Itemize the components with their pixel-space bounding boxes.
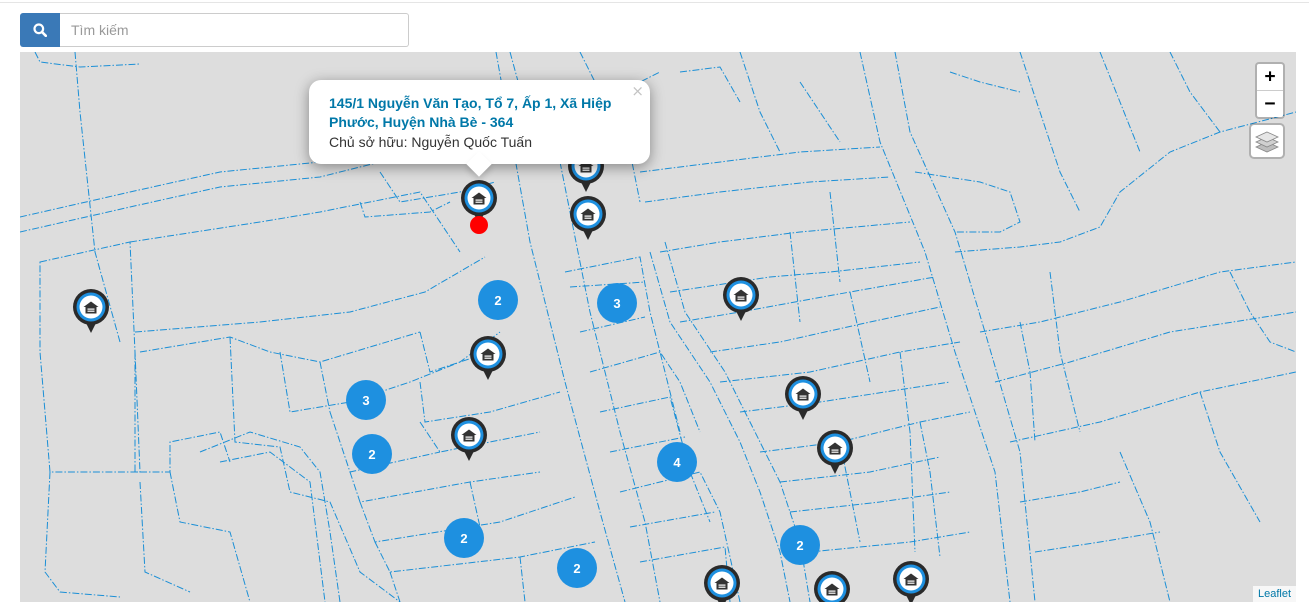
cluster-marker[interactable]: 3 — [346, 380, 386, 420]
property-marker[interactable] — [783, 374, 823, 422]
house-icon — [570, 196, 606, 240]
house-icon — [817, 430, 853, 474]
house-icon — [451, 417, 487, 461]
house-icon — [470, 336, 506, 380]
zoom-in-button[interactable]: + — [1257, 64, 1283, 91]
cluster-marker[interactable]: 3 — [597, 283, 637, 323]
selected-location-dot — [470, 216, 488, 234]
property-marker[interactable] — [721, 275, 761, 323]
house-icon — [893, 561, 929, 602]
property-marker[interactable] — [891, 559, 931, 602]
info-popup: × 145/1 Nguyễn Văn Tạo, Tổ 7, Ấp 1, Xã H… — [309, 80, 650, 177]
house-icon — [814, 571, 850, 602]
leaflet-link[interactable]: Leaflet — [1258, 588, 1291, 600]
cluster-marker[interactable]: 2 — [478, 280, 518, 320]
layers-icon — [1255, 131, 1279, 153]
map-attribution: Leaflet — [1252, 586, 1296, 602]
property-marker[interactable] — [568, 194, 608, 242]
property-marker[interactable] — [71, 287, 111, 335]
house-icon — [704, 565, 740, 602]
popup-content: 145/1 Nguyễn Văn Tạo, Tổ 7, Ấp 1, Xã Hiệ… — [329, 94, 629, 152]
search-input[interactable] — [60, 13, 409, 47]
popup-address-link[interactable]: 145/1 Nguyễn Văn Tạo, Tổ 7, Ấp 1, Xã Hiệ… — [329, 94, 629, 132]
property-marker[interactable] — [815, 428, 855, 476]
cluster-marker[interactable]: 4 — [657, 442, 697, 482]
cluster-marker[interactable]: 2 — [444, 518, 484, 558]
house-icon — [73, 289, 109, 333]
layers-control-button[interactable] — [1249, 123, 1285, 159]
property-marker[interactable] — [449, 415, 489, 463]
search-bar — [20, 13, 409, 47]
cluster-marker[interactable]: 2 — [557, 548, 597, 588]
house-icon — [723, 277, 759, 321]
popup-close-button[interactable]: × — [631, 82, 644, 100]
search-icon — [33, 23, 47, 37]
map-viewport[interactable]: 2 3 3 2 4 2 2 2 × 145/1 Nguyễn Văn Tạo, … — [20, 52, 1296, 602]
popup-owner: Chủ sở hữu: Nguyễn Quốc Tuấn — [329, 134, 532, 150]
property-marker[interactable] — [812, 569, 852, 602]
zoom-control: + − — [1255, 62, 1285, 119]
cluster-marker[interactable]: 2 — [780, 525, 820, 565]
property-marker[interactable] — [702, 563, 742, 602]
top-divider — [0, 2, 1309, 3]
zoom-out-button[interactable]: − — [1257, 91, 1283, 117]
search-button[interactable] — [20, 13, 60, 47]
property-marker[interactable] — [468, 334, 508, 382]
cluster-marker[interactable]: 2 — [352, 434, 392, 474]
parcel-lines — [20, 52, 1296, 602]
house-icon — [785, 376, 821, 420]
